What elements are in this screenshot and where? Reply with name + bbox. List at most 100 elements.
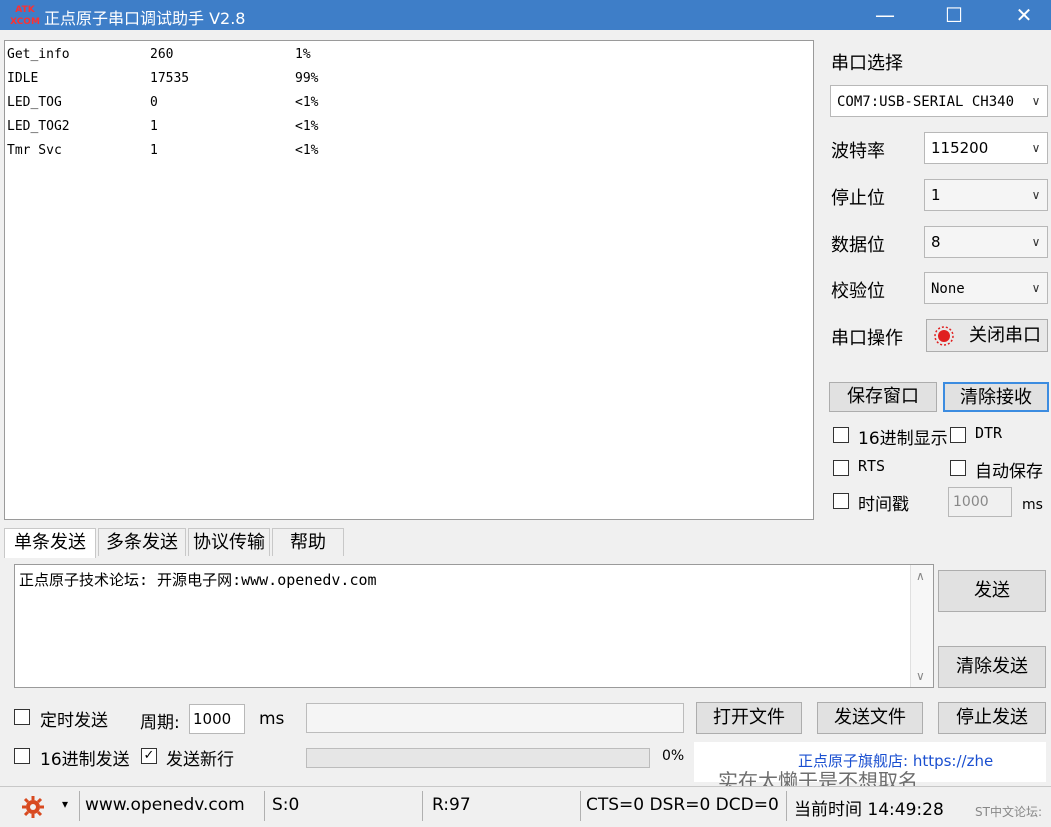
chevron-up-icon[interactable]: ∧: [916, 569, 925, 583]
send-newline-label: 发送新行: [166, 750, 234, 770]
period-label: 周期:: [140, 713, 180, 733]
timestamp-ms-label: ms: [1022, 497, 1043, 513]
timestamp-interval-input[interactable]: 1000: [948, 487, 1012, 517]
send-textarea[interactable]: 正点原子技术论坛: 开源电子网:www.openedv.com ∧ ∨: [14, 564, 934, 688]
forum-watermark: ST中文论坛:: [975, 805, 1042, 819]
task-name: Get_info: [7, 47, 70, 62]
task-name: LED_TOG: [7, 95, 62, 110]
baud-select[interactable]: 115200 ∨: [924, 132, 1048, 164]
task-count: 260: [150, 47, 174, 62]
website-link[interactable]: www.openedv.com: [85, 795, 245, 815]
clear-receive-button[interactable]: 清除接收: [943, 382, 1049, 412]
port-select[interactable]: COM7:USB-SERIAL CH340 ∨: [830, 85, 1048, 117]
databits-select[interactable]: 8 ∨: [924, 226, 1048, 258]
send-scrollbar[interactable]: ∧ ∨: [910, 565, 933, 687]
maximize-icon: ☐: [945, 3, 963, 27]
close-port-label: 关闭串口: [969, 325, 1041, 346]
parity-select[interactable]: None ∨: [924, 272, 1048, 304]
hex-display-checkbox[interactable]: [833, 427, 849, 443]
auto-save-label: 自动保存: [975, 462, 1043, 482]
hex-display-label: 16进制显示: [858, 429, 948, 449]
received-count: R:97: [432, 795, 471, 815]
baud-value: 115200: [931, 139, 989, 157]
minimize-icon: —: [875, 3, 895, 27]
task-count: 17535: [150, 71, 190, 86]
window-title: 正点原子串口调试助手 V2.8: [44, 9, 246, 28]
open-file-button[interactable]: 打开文件: [696, 702, 802, 734]
modem-lines: CTS=0 DSR=0 DCD=0: [586, 795, 779, 815]
send-progress-bar: [306, 748, 650, 768]
chevron-down-icon: ∨: [1029, 86, 1043, 116]
sent-count: S:0: [272, 795, 300, 815]
task-count: 0: [150, 95, 158, 110]
svg-text:ATK: ATK: [15, 5, 35, 15]
tab-single-send[interactable]: 单条发送: [4, 528, 96, 558]
period-input[interactable]: 1000: [189, 704, 245, 734]
send-button[interactable]: 发送: [938, 570, 1046, 612]
close-port-button[interactable]: 关闭串口: [926, 319, 1048, 352]
period-ms-label: ms: [259, 709, 285, 729]
task-count: 1: [150, 119, 158, 134]
save-window-button[interactable]: 保存窗口: [829, 382, 937, 412]
rts-checkbox[interactable]: [833, 460, 849, 476]
file-path-input[interactable]: [306, 703, 684, 733]
task-name: LED_TOG2: [7, 119, 70, 134]
settings-dropdown-icon[interactable]: ▾: [62, 797, 68, 811]
port-select-label: 串口选择: [831, 53, 903, 74]
hex-send-label: 16进制发送: [40, 750, 130, 770]
send-text: 正点原子技术论坛: 开源电子网:www.openedv.com: [19, 571, 377, 589]
port-operation-label: 串口操作: [831, 328, 903, 349]
task-name: Tmr Svc: [7, 143, 62, 158]
chevron-down-icon: ∨: [1031, 188, 1041, 202]
send-newline-checkbox[interactable]: ✓: [141, 748, 157, 764]
databits-value: 8: [931, 233, 941, 251]
task-percent: <1%: [295, 143, 319, 158]
task-percent: 1%: [295, 47, 311, 62]
databits-label: 数据位: [831, 235, 885, 256]
close-icon: ✕: [1015, 3, 1033, 27]
auto-save-checkbox[interactable]: [950, 460, 966, 476]
tab-help[interactable]: 帮助: [272, 528, 344, 556]
stop-send-button[interactable]: 停止发送: [938, 702, 1046, 734]
progress-percent: 0%: [662, 748, 685, 764]
stopbits-label: 停止位: [831, 188, 885, 209]
timestamp-label: 时间戳: [858, 495, 909, 515]
task-percent: <1%: [295, 119, 319, 134]
baud-label: 波特率: [831, 141, 885, 162]
close-button[interactable]: ✕: [1001, 0, 1047, 30]
task-percent: 99%: [295, 71, 319, 86]
rts-label: RTS: [858, 457, 886, 475]
clear-send-button[interactable]: 清除发送: [938, 646, 1046, 688]
task-percent: <1%: [295, 95, 319, 110]
task-count: 1: [150, 143, 158, 158]
timed-send-checkbox[interactable]: [14, 709, 30, 725]
receive-area[interactable]: Get_info 260 1% IDLE 17535 99% LED_TOG 0…: [4, 40, 814, 520]
current-time: 当前时间 14:49:28: [794, 800, 944, 820]
dtr-label: DTR: [975, 424, 1003, 442]
parity-label: 校验位: [831, 281, 885, 302]
maximize-button[interactable]: ☐: [931, 0, 977, 30]
tab-protocol[interactable]: 协议传输: [188, 528, 270, 556]
task-name: IDLE: [7, 71, 39, 86]
send-file-button[interactable]: 发送文件: [817, 702, 923, 734]
port-value: COM7:USB-SERIAL CH340: [837, 94, 1015, 110]
tab-multi-send[interactable]: 多条发送: [98, 528, 186, 556]
stopbits-value: 1: [931, 186, 941, 204]
hex-send-checkbox[interactable]: [14, 748, 30, 764]
parity-value: None: [931, 281, 965, 297]
timestamp-checkbox[interactable]: [833, 493, 849, 509]
svg-text:XCOM: XCOM: [10, 17, 40, 27]
port-status-light-icon: [934, 326, 954, 346]
chevron-down-icon: ∨: [1031, 235, 1041, 249]
title-bar: ATK XCOM 正点原子串口调试助手 V2.8 — ☐ ✕: [0, 0, 1051, 30]
timed-send-label: 定时发送: [40, 711, 108, 731]
chevron-down-icon: ∨: [1031, 141, 1041, 155]
minimize-button[interactable]: —: [862, 0, 908, 30]
atk-logo: ATK XCOM: [10, 5, 40, 27]
gear-icon[interactable]: [20, 795, 46, 819]
chevron-down-icon[interactable]: ∨: [916, 669, 925, 683]
chevron-down-icon: ∨: [1031, 281, 1041, 295]
stopbits-select[interactable]: 1 ∨: [924, 179, 1048, 211]
dtr-checkbox[interactable]: [950, 427, 966, 443]
status-bar: ▾ www.openedv.com S:0 R:97 CTS=0 DSR=0 D…: [0, 786, 1051, 827]
